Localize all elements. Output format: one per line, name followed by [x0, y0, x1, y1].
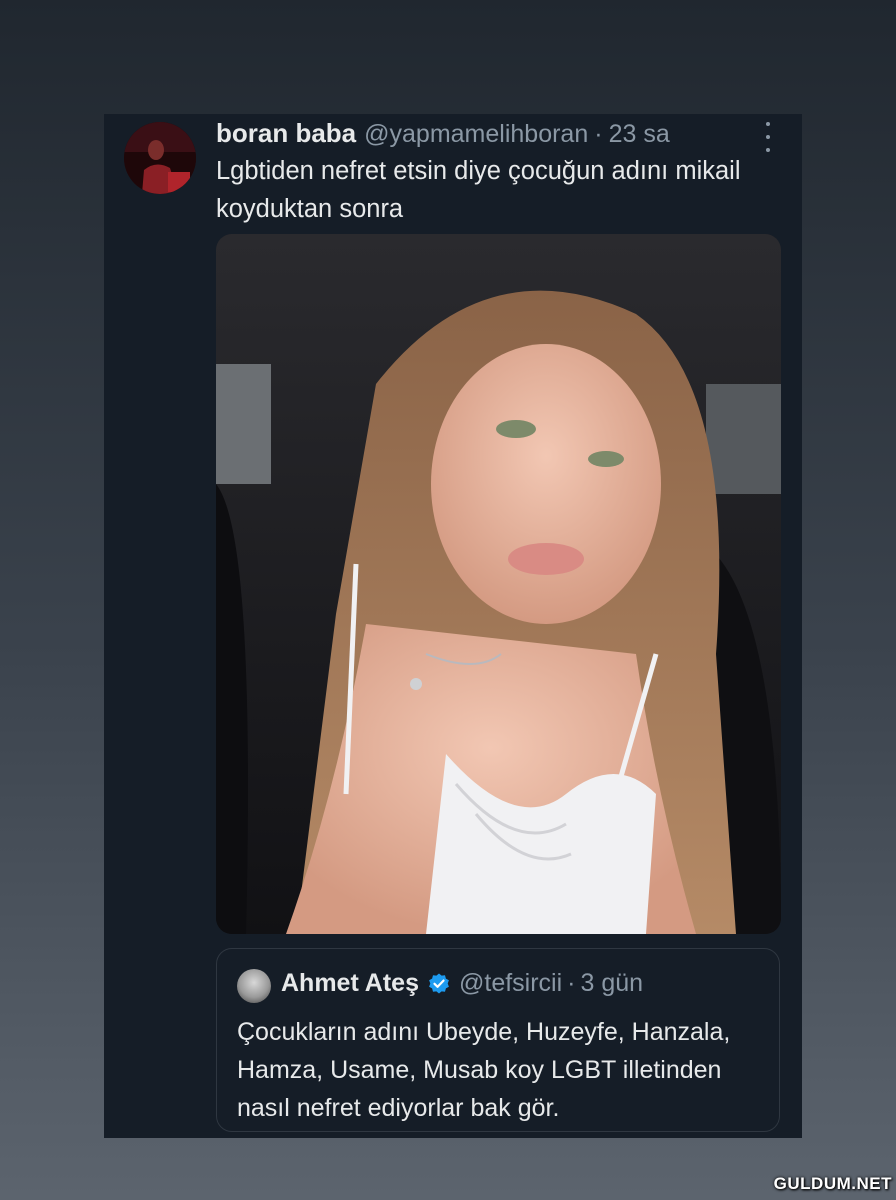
quoted-timestamp[interactable]: 3 gün [581, 969, 644, 998]
user-avatar[interactable] [124, 122, 196, 194]
separator-dot: · [594, 120, 603, 148]
verified-badge-icon [429, 973, 449, 993]
tweet-header: boran baba @yapmamelihboran · 23 sa [216, 118, 782, 154]
user-handle[interactable]: @yapmamelihboran [364, 120, 588, 149]
quoted-tweet-text: Çocukların adını Ubeyde, Huzeyfe, Hanzal… [237, 1018, 731, 1122]
tweet-card[interactable]: boran baba @yapmamelihboran · 23 sa Lgbt… [104, 114, 802, 1138]
quoted-tweet-header: Ahmet Ateş @tefsircii · 3 gün [281, 969, 643, 998]
more-vertical-icon[interactable] [762, 122, 774, 152]
tweet-media-photo[interactable] [216, 234, 781, 934]
timestamp[interactable]: 23 sa [609, 120, 670, 149]
display-name[interactable]: boran baba [216, 118, 356, 149]
quoted-user-avatar[interactable] [237, 969, 271, 1003]
tweet-text: Lgbtiden nefret etsin diye çocuğun adını… [216, 157, 741, 223]
quoted-separator-dot: · [567, 969, 576, 997]
quoted-tweet[interactable]: Ahmet Ateş @tefsircii · 3 gün Çocukların… [216, 948, 780, 1132]
site-watermark: GULDUM.NET [773, 1174, 892, 1193]
quoted-user-handle[interactable]: @tefsircii [459, 969, 562, 998]
quoted-display-name[interactable]: Ahmet Ateş [281, 969, 419, 998]
